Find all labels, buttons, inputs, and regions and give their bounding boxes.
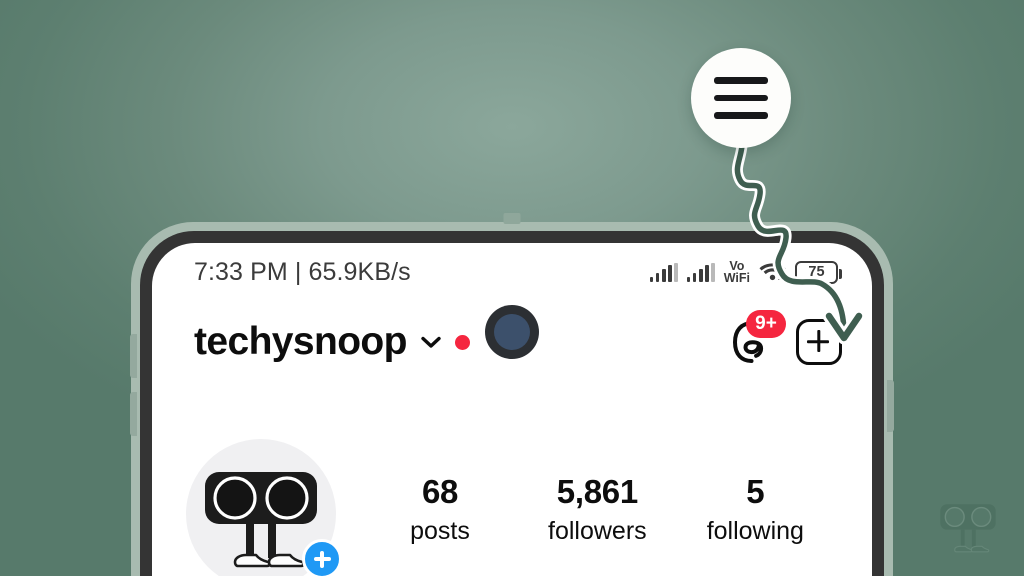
signal-bars-icon-sim1 bbox=[649, 262, 678, 282]
stat-label: followers bbox=[548, 517, 647, 545]
stat-value: 5 bbox=[746, 473, 765, 510]
profile-summary-row: 68 posts 5,861 followers 5 following bbox=[152, 439, 872, 576]
volume-down-button[interactable] bbox=[130, 392, 137, 436]
stat-label: posts bbox=[410, 517, 470, 545]
stat-value: 5,861 bbox=[556, 473, 638, 510]
callout-arrow bbox=[731, 140, 866, 345]
binoculars-mascot-watermark bbox=[940, 504, 996, 553]
phone-top-notch bbox=[503, 213, 521, 224]
screenshot-stage: 7:33 PM | 65.9KB/s Vo WiFi 75 techysnoop… bbox=[0, 0, 1024, 576]
stat-followers[interactable]: 5,861 followers bbox=[548, 473, 647, 546]
username-selector[interactable]: techysnoop bbox=[194, 320, 470, 364]
volume-up-button[interactable] bbox=[130, 334, 137, 378]
stat-value: 68 bbox=[421, 473, 459, 510]
add-story-button[interactable] bbox=[302, 539, 342, 576]
avatar-container[interactable] bbox=[186, 439, 342, 576]
hamburger-bar-1 bbox=[714, 77, 768, 84]
signal-bars-icon-sim2 bbox=[686, 262, 715, 282]
chevron-down-icon[interactable] bbox=[421, 336, 441, 349]
stat-posts[interactable]: 68 posts bbox=[392, 473, 488, 546]
status-bar-left-text: 7:33 PM | 65.9KB/s bbox=[194, 257, 411, 286]
page-title: techysnoop bbox=[194, 320, 407, 363]
stat-following[interactable]: 5 following bbox=[707, 473, 804, 546]
unread-indicator-dot bbox=[454, 334, 470, 350]
hamburger-bar-3 bbox=[714, 112, 768, 119]
power-button[interactable] bbox=[887, 380, 894, 432]
hamburger-bar-2 bbox=[714, 94, 768, 102]
hamburger-menu-callout[interactable] bbox=[691, 48, 791, 148]
stat-label: following bbox=[706, 517, 804, 545]
profile-stats: 68 posts 5,861 followers 5 following bbox=[336, 439, 842, 546]
